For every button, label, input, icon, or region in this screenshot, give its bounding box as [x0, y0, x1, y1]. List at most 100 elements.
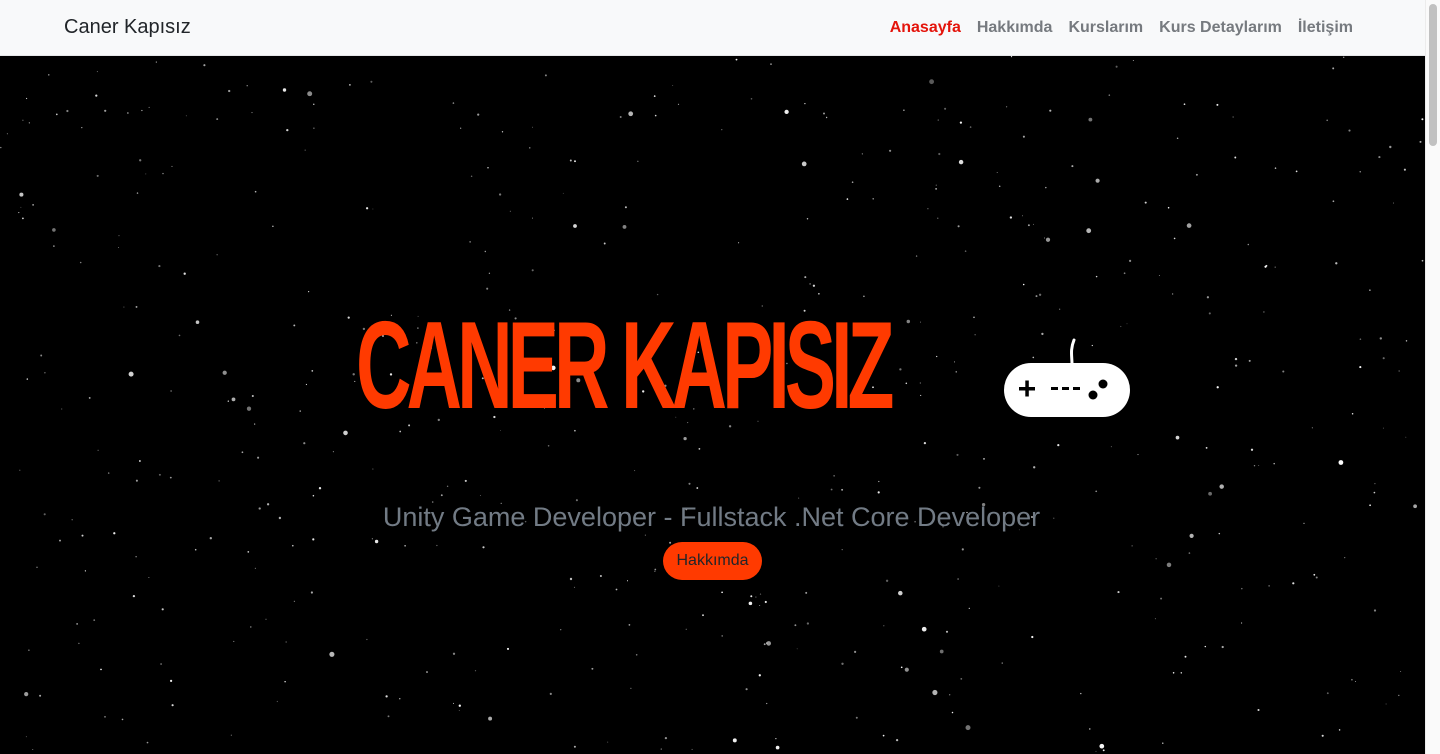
page-scrollbar[interactable]	[1425, 0, 1440, 754]
star-dot	[371, 538, 374, 540]
star-dot	[809, 283, 811, 285]
star-dot	[883, 625, 885, 627]
star-dot	[544, 74, 547, 77]
about-button[interactable]: Hakkımda	[663, 542, 762, 580]
star-dot	[0, 146, 2, 149]
star-dot	[841, 549, 843, 551]
star-dot	[311, 370, 314, 372]
nav-link-courses[interactable]: Kurslarım	[1068, 19, 1143, 37]
star-dot	[452, 652, 456, 655]
star-dot	[861, 153, 863, 155]
star-dot	[1234, 357, 1238, 361]
star-dot	[806, 218, 809, 220]
star-dot	[1095, 490, 1098, 493]
star-dot	[460, 127, 462, 129]
star-dot	[904, 667, 909, 672]
star-dot	[1332, 67, 1335, 70]
hero-subtitle: Unity Game Developer - Fullstack .Net Co…	[382, 502, 1041, 532]
star-dot	[957, 225, 960, 228]
star-dot	[1172, 672, 1175, 674]
star-dot	[721, 635, 724, 637]
star-dot	[968, 607, 970, 610]
star-dot	[370, 80, 373, 83]
star-dot	[1326, 692, 1329, 695]
star-dot	[312, 538, 315, 541]
star-dot	[307, 91, 313, 97]
star-dot	[927, 208, 929, 210]
star-dot	[272, 225, 274, 227]
star-dot	[436, 544, 438, 547]
star-dot	[770, 63, 772, 65]
nav-link-contact[interactable]: İletişim	[1298, 19, 1353, 37]
star-dot	[1385, 703, 1387, 705]
star-dot	[257, 456, 260, 459]
star-dot	[1216, 386, 1219, 389]
star-dot	[721, 129, 723, 131]
star-dot	[1183, 103, 1186, 106]
star-dot	[1120, 325, 1122, 328]
star-dot	[32, 749, 34, 750]
star-dot	[32, 204, 34, 206]
star-dot	[170, 390, 172, 392]
star-dot	[477, 113, 480, 116]
star-dot	[487, 167, 489, 169]
star-dot	[702, 614, 704, 617]
star-dot	[1005, 106, 1008, 108]
star-dot	[36, 566, 38, 568]
star-dot	[265, 618, 267, 620]
nav-link-home[interactable]: Anasayfa	[890, 19, 961, 37]
scrollbar-thumb[interactable]	[1429, 4, 1437, 146]
star-dot	[148, 106, 150, 108]
star-dot	[1354, 680, 1356, 682]
star-dot	[158, 473, 161, 476]
star-dot	[937, 119, 939, 121]
star-dot	[121, 718, 124, 721]
star-dot	[97, 449, 99, 451]
star-dot	[24, 692, 29, 697]
star-dot	[1086, 228, 1092, 234]
star-dot	[1373, 609, 1377, 612]
star-dot	[347, 316, 350, 319]
star-dot	[59, 539, 61, 542]
star-dot	[1282, 370, 1285, 373]
star-dot	[1027, 224, 1030, 227]
star-dot	[691, 748, 693, 750]
star-dot	[1089, 728, 1091, 730]
star-dot	[1405, 340, 1408, 342]
star-dot	[100, 668, 102, 671]
star-dot	[1160, 597, 1163, 600]
star-dot	[250, 626, 252, 628]
star-dot	[1248, 359, 1251, 362]
star-dot	[898, 590, 903, 596]
star-dot	[464, 479, 467, 482]
star-dot	[285, 641, 287, 643]
nav-link-course-details[interactable]: Kurs Detaylarım	[1159, 19, 1282, 37]
star-dot	[683, 436, 687, 441]
star-dot	[1162, 742, 1164, 744]
nav-link-about[interactable]: Hakkımda	[977, 19, 1053, 37]
star-dot	[630, 687, 632, 689]
star-dot	[1398, 694, 1400, 697]
star-dot	[1095, 178, 1100, 183]
star-dot	[183, 272, 186, 275]
star-dot	[766, 642, 768, 644]
star-dot	[1071, 165, 1074, 168]
star-dot	[656, 293, 659, 296]
star-dot	[310, 591, 313, 594]
star-dot	[284, 681, 286, 683]
star-dot	[216, 254, 218, 256]
star-dot	[531, 269, 534, 272]
star-dot	[969, 126, 972, 128]
star-dot	[135, 556, 137, 558]
star-dot	[823, 112, 825, 115]
brand-link[interactable]: Caner Kapısız	[64, 16, 191, 39]
star-dot	[1195, 173, 1198, 176]
star-dot	[846, 198, 849, 200]
star-dot	[573, 745, 576, 748]
star-dot	[1022, 215, 1023, 217]
star-dot	[366, 638, 368, 641]
star-dot	[974, 334, 976, 336]
star-dot	[634, 470, 636, 472]
star-dot	[385, 695, 388, 698]
star-dot	[506, 647, 510, 650]
